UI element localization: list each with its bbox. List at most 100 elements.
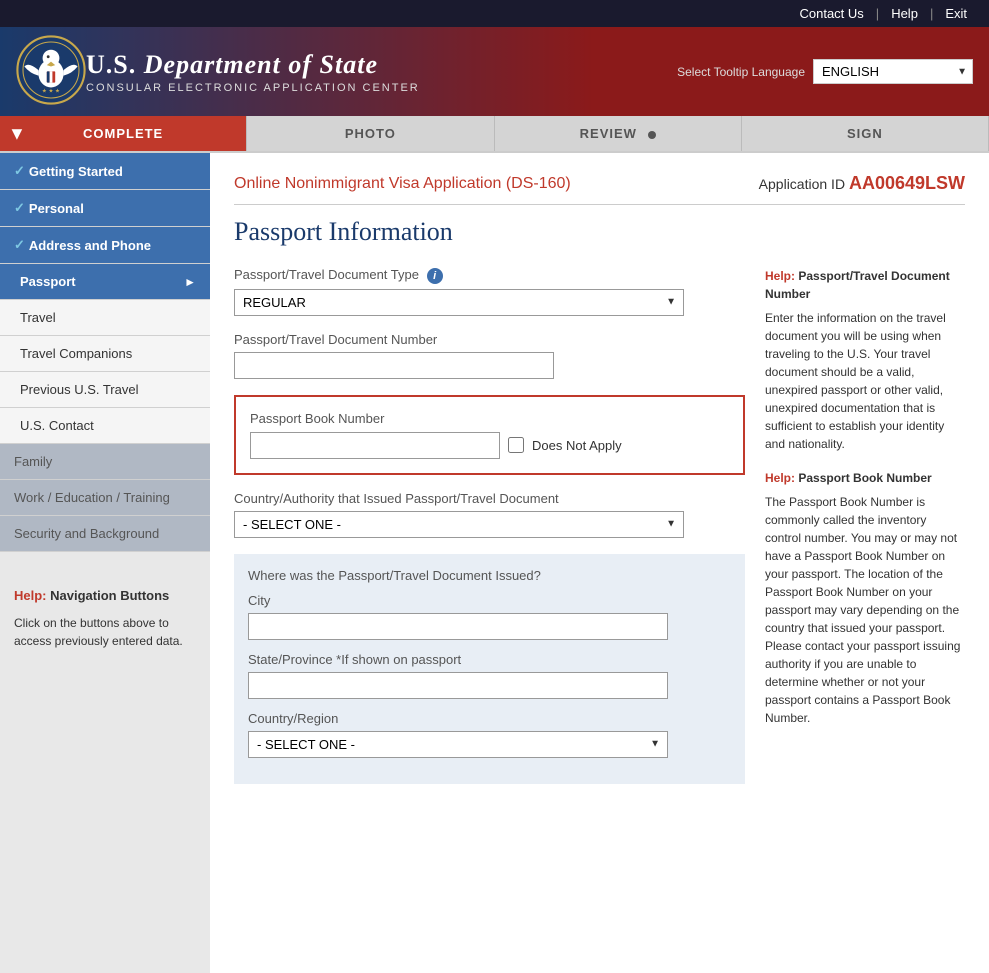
issued-country-select-wrap: - SELECT ONE - <box>248 731 668 758</box>
sidebar-item-previous-travel[interactable]: Previous U.S. Travel <box>0 372 210 408</box>
doc-type-select-wrap: REGULAR OFFICIAL DIPLOMATIC LAISSEZ-PASS… <box>234 289 684 316</box>
sidebar-companions-label: Travel Companions <box>20 346 132 361</box>
sidebar-help-title-text: Navigation Buttons <box>50 588 169 603</box>
contact-us-link[interactable]: Contact Us <box>787 4 875 23</box>
sidebar-work-label: Work / Education / Training <box>14 490 170 505</box>
city-input[interactable] <box>248 613 668 640</box>
top-bar: Contact Us | Help | Exit <box>0 0 989 27</box>
book-number-row: Does Not Apply <box>250 432 729 459</box>
doc-type-label: Passport/Travel Document Type i <box>234 267 745 284</box>
dept-name: U.S. U.S. Department of StateDepartment … <box>86 50 677 80</box>
issued-section: Where was the Passport/Travel Document I… <box>234 554 745 784</box>
help-body-2: The Passport Book Number is commonly cal… <box>765 493 965 727</box>
exit-link[interactable]: Exit <box>933 4 979 23</box>
doc-type-select[interactable]: REGULAR OFFICIAL DIPLOMATIC LAISSEZ-PASS… <box>234 289 684 316</box>
sidebar-item-travel-companions[interactable]: Travel Companions <box>0 336 210 372</box>
svg-text:★ ★ ★: ★ ★ ★ <box>42 87 60 94</box>
sidebar-item-security[interactable]: Security and Background <box>0 516 210 552</box>
tab-complete[interactable]: ▼ COMPLETE <box>0 116 247 151</box>
book-number-input[interactable] <box>250 432 500 459</box>
country-select-wrap: - SELECT ONE - <box>234 511 684 538</box>
sidebar-address-label: Address and Phone <box>29 238 196 253</box>
sidebar-prev-travel-label: Previous U.S. Travel <box>20 382 139 397</box>
state-group: State/Province *If shown on passport <box>248 652 731 699</box>
sidebar-help-body: Click on the buttons above to access pre… <box>14 614 196 650</box>
sidebar-item-family[interactable]: Family <box>0 444 210 480</box>
sidebar-item-getting-started[interactable]: ✓ Getting Started <box>0 153 210 190</box>
doc-number-label: Passport/Travel Document Number <box>234 332 745 347</box>
sidebar-item-work[interactable]: Work / Education / Training <box>0 480 210 516</box>
issued-country-select[interactable]: - SELECT ONE - <box>248 731 668 758</box>
help-body-1: Enter the information on the travel docu… <box>765 309 965 453</box>
help-section-2: Help: Passport Book Number The Passport … <box>765 469 965 727</box>
form-content: Passport/Travel Document Type i REGULAR … <box>234 267 965 800</box>
check-icon-2: ✓ <box>14 200 25 216</box>
sidebar-item-travel[interactable]: Travel <box>0 300 210 336</box>
doc-number-group: Passport/Travel Document Number <box>234 332 745 379</box>
sidebar-item-personal[interactable]: ✓ Personal <box>0 190 210 227</box>
lang-select-wrapper: ENGLISH SPANISH FRENCH CHINESE ARABIC <box>813 59 973 84</box>
help-link[interactable]: Help <box>879 4 930 23</box>
sidebar-help-label: Help: <box>14 588 47 603</box>
country-group: Country/Authority that Issued Passport/T… <box>234 491 745 538</box>
help-head-2: Help: Passport Book Number <box>765 469 965 487</box>
sidebar-passport-label: Passport <box>20 274 184 289</box>
app-id: Application ID AA00649LSW <box>759 173 965 194</box>
tab-review[interactable]: REVIEW <box>495 116 742 151</box>
does-not-apply-checkbox[interactable] <box>508 437 524 453</box>
check-icon: ✓ <box>14 163 25 179</box>
doc-type-info-icon[interactable]: i <box>427 268 443 284</box>
subtitle: CONSULAR ELECTRONIC APPLICATION CENTER <box>86 82 677 94</box>
help-label-2: Help: <box>765 471 795 485</box>
book-number-section: Passport Book Number Does Not Apply <box>234 395 745 475</box>
content-area: Online Nonimmigrant Visa Application (DS… <box>210 153 989 973</box>
app-id-bar: Online Nonimmigrant Visa Application (DS… <box>234 173 965 205</box>
does-not-apply-label: Does Not Apply <box>532 438 622 453</box>
sidebar-item-passport[interactable]: Passport ► <box>0 264 210 300</box>
logo: ★ ★ ★ <box>16 35 86 108</box>
page-title: Passport Information <box>234 217 965 247</box>
header: ★ ★ ★ U.S. U.S. Department of StateDepar… <box>0 27 989 116</box>
sidebar-us-contact-label: U.S. Contact <box>20 418 94 433</box>
form-title: Online Nonimmigrant Visa Application (DS… <box>234 175 571 193</box>
country-select[interactable]: - SELECT ONE - <box>234 511 684 538</box>
doc-type-label-text: Passport/Travel Document Type <box>234 267 419 282</box>
app-id-value: AA00649LSW <box>849 173 965 193</box>
language-selector: Select Tooltip Language ENGLISH SPANISH … <box>677 59 973 84</box>
review-dot <box>648 131 656 139</box>
state-input[interactable] <box>248 672 668 699</box>
arrow-right-icon: ► <box>184 275 196 289</box>
tab-photo[interactable]: PHOTO <box>247 116 494 151</box>
book-number-label: Passport Book Number <box>250 411 729 426</box>
city-group: City <box>248 593 731 640</box>
nav-tabs: ▼ COMPLETE PHOTO REVIEW SIGN <box>0 116 989 153</box>
main-container: ✓ Getting Started ✓ Personal ✓ Address a… <box>0 153 989 973</box>
state-label: State/Province *If shown on passport <box>248 652 731 667</box>
lang-select[interactable]: ENGLISH SPANISH FRENCH CHINESE ARABIC <box>813 59 973 84</box>
us-text: U.S. <box>86 50 144 79</box>
sidebar-help-title: Help: Navigation Buttons <box>14 586 196 606</box>
tab-sign-label: SIGN <box>847 126 883 141</box>
sidebar-help: Help: Navigation Buttons Click on the bu… <box>0 572 210 664</box>
tab-photo-label: PHOTO <box>345 126 396 141</box>
app-id-label: Application ID <box>759 176 845 192</box>
sidebar-item-us-contact[interactable]: U.S. Contact <box>0 408 210 444</box>
sidebar-personal-label: Personal <box>29 201 196 216</box>
country-label: Country/Authority that Issued Passport/T… <box>234 491 745 506</box>
issued-country-label: Country/Region <box>248 711 731 726</box>
doc-type-group: Passport/Travel Document Type i REGULAR … <box>234 267 745 316</box>
help-panel: Help: Passport/Travel Document Number En… <box>765 267 965 800</box>
tab-sign[interactable]: SIGN <box>742 116 989 151</box>
tab-review-label: REVIEW <box>580 126 637 141</box>
help-head-2-text: Passport Book Number <box>798 471 931 485</box>
sidebar-family-label: Family <box>14 454 52 469</box>
help-head-1: Help: Passport/Travel Document Number <box>765 267 965 303</box>
check-icon-3: ✓ <box>14 237 25 253</box>
sidebar-security-label: Security and Background <box>14 526 159 541</box>
issued-country-group: Country/Region - SELECT ONE - <box>248 711 731 758</box>
sidebar-item-address[interactable]: ✓ Address and Phone <box>0 227 210 264</box>
doc-number-input[interactable] <box>234 352 554 379</box>
issued-section-title: Where was the Passport/Travel Document I… <box>248 568 731 583</box>
sidebar-travel-label: Travel <box>20 310 56 325</box>
help-label-1: Help: <box>765 269 795 283</box>
